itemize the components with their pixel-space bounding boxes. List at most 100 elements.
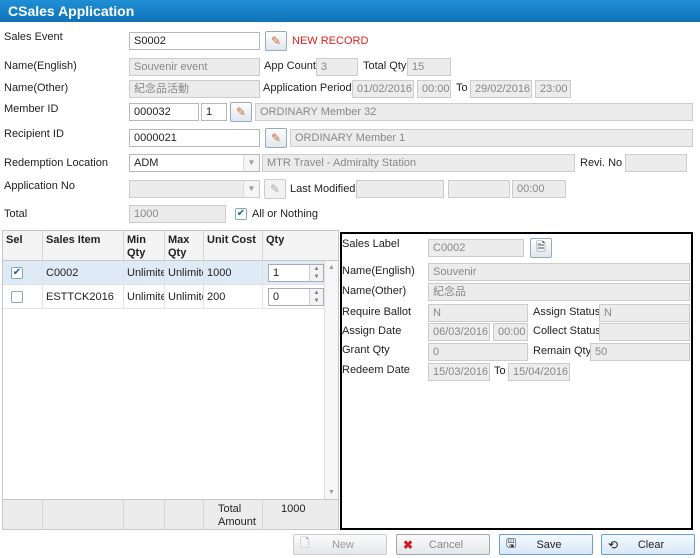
grant-qty-label: Grant Qty (342, 344, 390, 356)
grid-footer: Total Amount 1000 (3, 499, 338, 530)
redemption-location-name-field: MTR Travel - Admiralty Station (262, 154, 575, 172)
chevron-down-icon: ▼ (243, 181, 259, 197)
require-ballot-label: Require Ballot (342, 306, 412, 318)
sales-event-label: Sales Event (4, 31, 63, 43)
last-modified-label: Last Modified (290, 183, 356, 195)
name-english-label: Name(English) (4, 60, 77, 72)
app-count-label: App Count (264, 60, 316, 72)
row-max-qty: Unlimited (165, 261, 204, 285)
grid-header-sales-item[interactable]: Sales Item (43, 231, 124, 261)
sales-items-grid: Sel Sales Item Min Qty Max Qty Unit Cost… (2, 230, 339, 530)
close-icon: ✖ (403, 537, 414, 552)
application-period-label: Application Period (263, 82, 352, 94)
grant-qty-field: 0 (428, 343, 528, 361)
period-to-time-field: 23:00 (535, 80, 571, 98)
row-qty-value: 1 (273, 267, 280, 279)
grid-header-qty[interactable]: Qty (263, 231, 338, 261)
detail-name-english-field: Souvenir (428, 263, 690, 281)
assign-status-label: Assign Status (533, 306, 601, 318)
redeem-from-field: 15/03/2016 (428, 363, 490, 381)
total-field: 1000 (129, 205, 226, 223)
redeem-date-label: Redeem Date (342, 364, 410, 376)
recipient-id-input[interactable]: 0000021 (129, 129, 260, 147)
row-min-qty: Unlimited (124, 285, 165, 309)
table-row[interactable]: ✔ C0002 Unlimited Unlimited 1000 1 ▲▼ (3, 261, 325, 285)
name-english-field: Souvenir event (129, 58, 260, 76)
scroll-up-icon[interactable]: ▲ (325, 264, 338, 271)
row-qty-value: 0 (273, 291, 280, 303)
row-sales-item: C0002 (43, 261, 124, 285)
recipient-id-label: Recipient ID (4, 128, 64, 140)
require-ballot-field: N (428, 304, 528, 322)
name-other-label: Name(Other) (4, 82, 69, 94)
application-pick-button: ✎ (264, 179, 286, 199)
row-max-qty: Unlimited (165, 285, 204, 309)
record-status-text: NEW RECORD (292, 35, 369, 47)
remain-qty-label: Remain Qty (533, 345, 592, 357)
redemption-location-select[interactable]: ADM ▼ (129, 154, 260, 172)
assign-date-label: Assign Date (342, 325, 402, 337)
last-modified-date-field (448, 180, 510, 198)
member-name-field: ORDINARY Member 32 (255, 103, 693, 121)
total-qty-field: 15 (407, 58, 451, 76)
redemption-location-label: Redemption Location (4, 157, 108, 169)
last-modified-time-field: 00:00 (512, 180, 566, 198)
recipient-name-field: ORDINARY Member 1 (290, 129, 693, 147)
application-no-select: ▼ (129, 180, 260, 198)
grid-header-min-qty[interactable]: Min Qty (124, 231, 165, 261)
remain-qty-field: 50 (590, 343, 690, 361)
period-to-date-field: 29/02/2016 (470, 80, 532, 98)
row-qty-stepper[interactable]: 1 ▲ ▼ (268, 264, 324, 282)
save-button[interactable]: 🖫 Save (499, 534, 593, 555)
total-amount-label: Total Amount (204, 500, 263, 530)
all-or-nothing-checkbox[interactable]: ✔ (235, 208, 247, 220)
member-seq-input[interactable]: 1 (201, 103, 227, 121)
revi-no-field (625, 154, 687, 172)
clear-button[interactable]: ⟲ Clear (601, 534, 695, 555)
row-select-checkbox[interactable]: ✔ (11, 267, 23, 279)
refresh-icon: ⟲ (608, 537, 619, 552)
pencil-pick-icon: ✎ (270, 34, 282, 48)
grid-vertical-scrollbar[interactable]: ▲ ▼ (324, 261, 338, 499)
period-from-time-field: 00:00 (417, 80, 451, 98)
total-amount-value: 1000 (281, 503, 306, 515)
name-other-field: 紀念品活動 (129, 80, 260, 98)
document-icon: 🗎 (536, 239, 546, 254)
total-label: Total (4, 208, 28, 220)
new-button[interactable]: 🗋 New (293, 534, 387, 555)
save-disk-icon: 🖫 (506, 536, 517, 550)
grid-header-max-qty[interactable]: Max Qty (165, 231, 204, 261)
window-title: CSales Application (0, 0, 700, 22)
assign-date-field: 06/03/2016 (428, 323, 490, 341)
chevron-down-icon[interactable]: ▼ (243, 155, 259, 171)
row-unit-cost: 200 (204, 285, 263, 309)
detail-name-other-field: 紀念品 (428, 283, 690, 301)
grid-header-unit-cost[interactable]: Unit Cost (204, 231, 263, 261)
row-select-checkbox[interactable] (11, 291, 23, 303)
app-count-field: 3 (316, 58, 358, 76)
spinner-arrows-icon[interactable]: ▲ ▼ (309, 289, 323, 305)
member-id-input[interactable]: 000032 (129, 103, 199, 121)
period-to-label: To (456, 82, 468, 94)
row-unit-cost: 1000 (204, 261, 263, 285)
row-sales-item: ESTTCK2016 (43, 285, 124, 309)
row-qty-stepper[interactable]: 0 ▲ ▼ (268, 288, 324, 306)
document-button[interactable]: 🗎 (530, 238, 552, 258)
member-pick-button[interactable]: ✎ (230, 102, 252, 122)
sales-event-pick-button[interactable]: ✎ (265, 31, 287, 51)
last-modified-user-field (356, 180, 444, 198)
recipient-pick-button[interactable]: ✎ (265, 128, 287, 148)
redemption-location-value: ADM (134, 157, 159, 169)
redeem-to-label: To (494, 365, 506, 377)
revi-no-label: Revi. No (580, 157, 623, 169)
spinner-arrows-icon[interactable]: ▲ ▼ (309, 265, 323, 281)
cancel-button[interactable]: ✖ Cancel (396, 534, 490, 555)
assign-status-field: N (599, 304, 690, 322)
pencil-pick-icon: ✎ (235, 105, 247, 119)
scroll-down-icon[interactable]: ▼ (325, 489, 338, 496)
sales-event-input[interactable]: S0002 (129, 32, 260, 50)
grid-header-sel[interactable]: Sel (3, 231, 43, 261)
table-row[interactable]: ESTTCK2016 Unlimited Unlimited 200 0 ▲▼ (3, 285, 325, 309)
sales-item-detail-panel: Sales Label C0002 🗎 Name(English) Souven… (340, 232, 693, 530)
pencil-pick-icon: ✎ (269, 182, 281, 196)
